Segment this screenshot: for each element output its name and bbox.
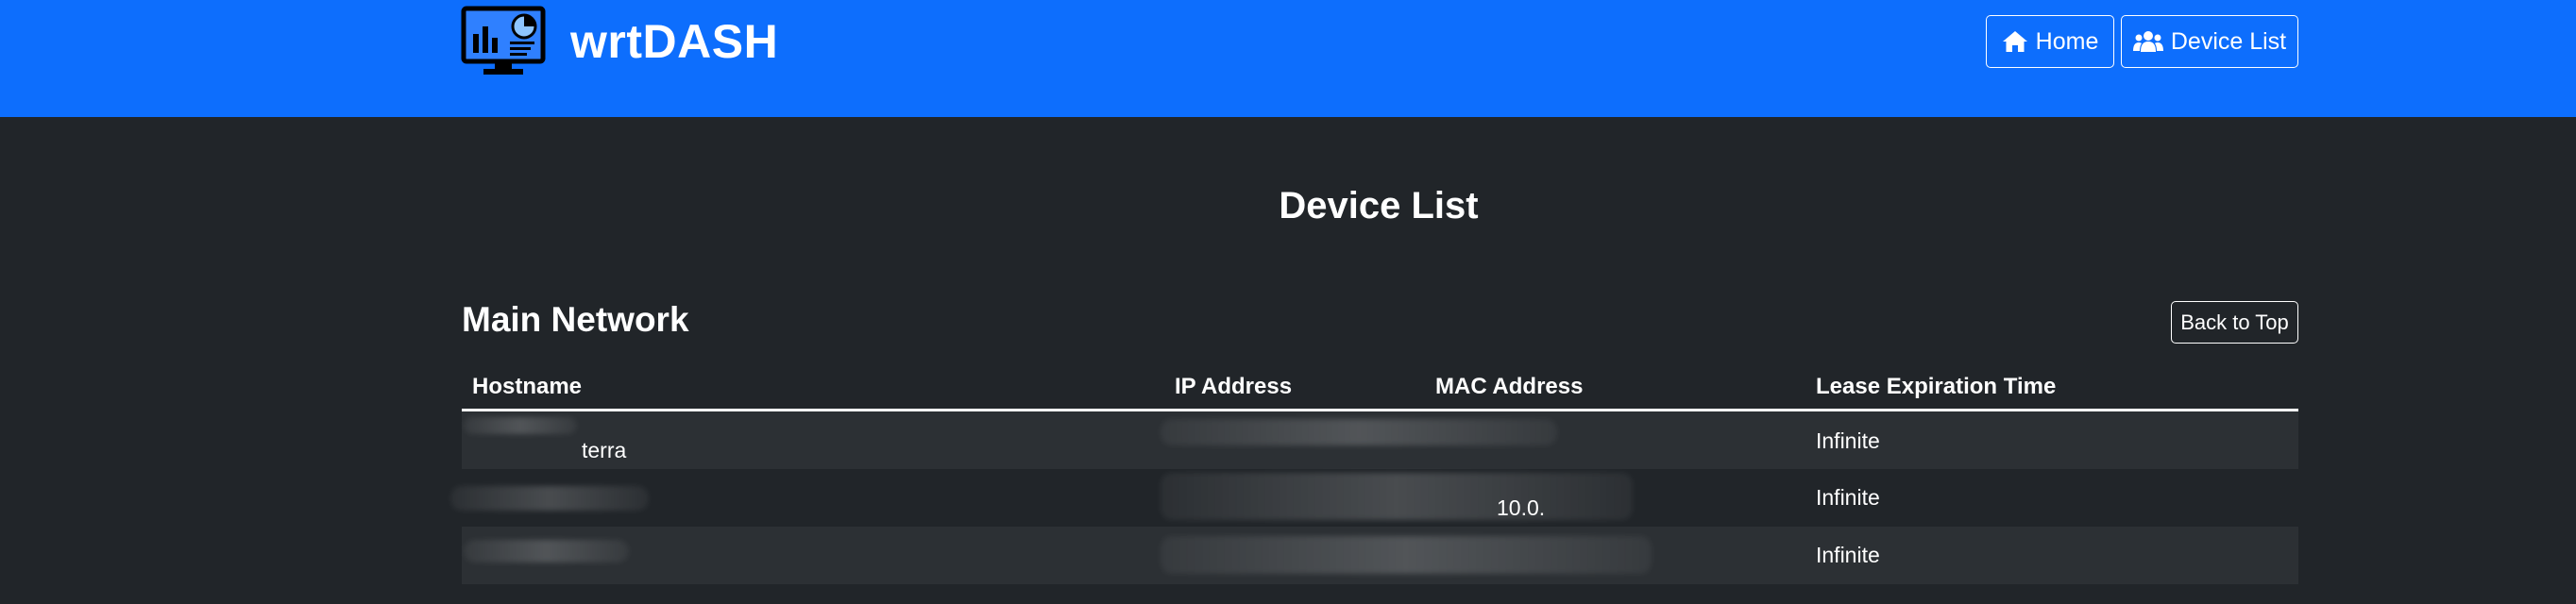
device-list-button-label: Device List [2170,27,2287,55]
ip-cell: 10.0. [1497,495,1546,520]
lease-cell: Infinite [1816,428,1880,453]
redacted-address [1161,473,1633,520]
column-header-ip-address: IP Address [1175,374,1293,399]
brand-name: wrtDASH [570,15,779,68]
table-row: Infinite [462,527,2298,584]
lease-cell: Infinite [1816,485,1880,510]
column-header-mac-address: MAC Address [1435,374,1584,399]
navbar: wrtDASH Home Device List [0,0,2576,117]
lease-cell: Infinite [1816,543,1880,567]
table-row: terra Infinite [462,411,2298,469]
brand[interactable]: wrtDASH [461,6,778,77]
section-title: Main Network [462,300,689,339]
hostname-cell: terra [582,438,627,462]
back-to-top-button[interactable]: Back to Top [2171,301,2298,344]
redacted-hostname [464,417,577,434]
table-row: 10.0. Infinite [450,469,2298,527]
column-header-lease-expiration: Lease Expiration Time [1816,374,2057,399]
table-header: Hostname IP Address MAC Address Lease Ex… [462,364,2298,411]
dashboard-monitor-icon [461,6,546,75]
house-icon [2002,31,2027,52]
redacted-address [1161,419,1557,445]
redacted-address [1161,536,1652,574]
redacted-hostname [464,540,629,562]
column-header-hostname: Hostname [472,374,583,399]
users-icon [2132,31,2163,52]
home-button[interactable]: Home [1986,15,2114,68]
device-list-button[interactable]: Device List [2121,15,2298,68]
page-title: Device List [1279,185,1479,226]
redacted-hostname [450,486,649,511]
home-button-label: Home [2035,27,2099,55]
device-table: Hostname IP Address MAC Address Lease Ex… [450,364,2298,584]
